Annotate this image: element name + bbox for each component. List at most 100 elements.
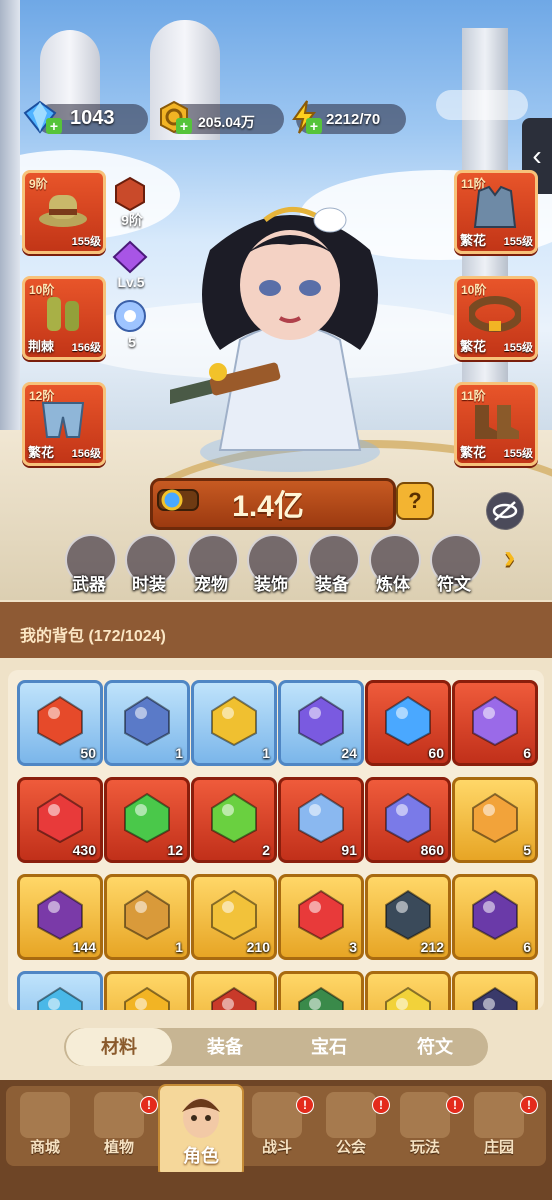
nav-guild-alert-icon: ! (372, 1096, 390, 1114)
bag-item[interactable]: 860 (365, 777, 451, 863)
add-gems-button[interactable]: + (46, 118, 62, 134)
slot-level: 155级 (71, 236, 101, 248)
bag-item[interactable]: 1 (191, 680, 277, 766)
gold-scroll-icon (385, 986, 431, 1010)
bag-item[interactable]: 1 (104, 874, 190, 960)
hide-eye-icon[interactable] (486, 492, 524, 530)
purple-crystal-icon[interactable] (110, 240, 150, 274)
guild-hall-icon (326, 1092, 376, 1138)
category-pet-label[interactable]: 宠物 (181, 570, 241, 595)
equip-slot-belt[interactable]: 10阶 繁花 155级 (454, 276, 538, 360)
bag-item-count: 6 (523, 745, 531, 761)
category-body-refining-label[interactable]: 炼体 (363, 570, 423, 595)
add-energy-button[interactable]: + (306, 118, 322, 134)
gem-amount: 1043 (70, 107, 115, 129)
vest-icon (473, 185, 517, 228)
orb-icon[interactable] (112, 298, 148, 334)
tab-runes[interactable]: 符文 (382, 1028, 488, 1066)
hero-character[interactable] (170, 190, 410, 480)
nav-shop-label: 商城 (29, 1139, 60, 1156)
star-orb-icon (472, 889, 518, 941)
mini-program-options[interactable] (436, 90, 528, 120)
category-rune-label[interactable]: 符文 (424, 570, 484, 595)
bag-item-count: 12 (167, 842, 183, 858)
chest-icon (211, 986, 257, 1010)
equip-slot-vest[interactable]: 11阶 繁花 155级 (454, 170, 538, 254)
add-gold-button[interactable]: + (176, 118, 192, 134)
bag-item[interactable]: 50 (17, 680, 103, 766)
star-crystal-icon (385, 695, 431, 747)
hexagram-icon (298, 792, 344, 844)
slot-level: 155级 (503, 236, 533, 248)
backpack-title: 我的背包 (172/1024) (20, 628, 166, 645)
orb-count-label: 5 (128, 334, 136, 350)
bag-item[interactable] (17, 971, 103, 1010)
gold-orb-icon (124, 986, 170, 1010)
armor-tier-icon[interactable] (112, 176, 148, 212)
equip-slot-gloves[interactable]: 10阶 荆棘 156级 (22, 276, 106, 360)
gold-amount: 205.04万 (198, 114, 255, 130)
bag-item[interactable] (191, 971, 277, 1010)
category-costume-label[interactable]: 时装 (119, 570, 179, 595)
equip-slot-hat[interactable]: 9阶 155级 (22, 170, 106, 254)
bag-item[interactable]: 430 (17, 777, 103, 863)
category-weapon-label[interactable]: 武器 (59, 570, 119, 595)
bag-item[interactable]: 1 (104, 680, 190, 766)
equip-slot-boots[interactable]: 11阶 繁花 155级 (454, 382, 538, 466)
bag-item[interactable] (452, 971, 538, 1010)
bag-item-count: 144 (72, 939, 96, 955)
tab-gems[interactable]: 宝石 (276, 1028, 382, 1066)
nav-battle-label: 战斗 (261, 1139, 292, 1156)
pyramid-icon (385, 889, 431, 941)
plant-icon (94, 1092, 144, 1138)
nav-guild-label: 公会 (335, 1139, 366, 1156)
bag-item[interactable] (104, 971, 190, 1010)
bag-item[interactable]: 6 (452, 680, 538, 766)
bag-item[interactable]: 2 (191, 777, 277, 863)
tab-equipment[interactable]: 装备 (172, 1028, 278, 1066)
bag-item[interactable]: 144 (17, 874, 103, 960)
tab-materials[interactable]: 材料 (66, 1028, 172, 1066)
bag-item-count: 430 (72, 842, 96, 858)
bag-item[interactable]: 3 (278, 874, 364, 960)
armor-tier-label: 9阶 (121, 212, 143, 228)
skull-flag-icon (37, 889, 83, 941)
character-avatar-icon (182, 1098, 220, 1138)
bag-item-count: 5 (523, 842, 531, 858)
cookie-icon (124, 889, 170, 941)
slot-level: 155级 (503, 448, 533, 460)
chevron-right-icon[interactable]: › (504, 538, 515, 577)
slot-level: 156级 (71, 448, 101, 460)
bag-item[interactable] (365, 971, 451, 1010)
bag-item-count: 1 (175, 939, 183, 955)
category-decoration-label[interactable]: 装饰 (241, 570, 301, 595)
bag-item[interactable]: 5 (452, 777, 538, 863)
bag-item[interactable]: 12 (104, 777, 190, 863)
bag-item[interactable]: 91 (278, 777, 364, 863)
backpack-grid[interactable]: 50 1 1 24 60 6 430 12 2 91 860 5 144 1 210 3 212 6 (8, 670, 544, 1010)
crystal-level-label: Lv.5 (117, 274, 145, 290)
bag-item[interactable]: 212 (365, 874, 451, 960)
bag-item-count: 3 (349, 939, 357, 955)
bag-item[interactable]: 210 (191, 874, 277, 960)
bag-item[interactable]: 6 (452, 874, 538, 960)
bag-item[interactable]: 24 (278, 680, 364, 766)
category-equipment-label[interactable]: 装备 (302, 570, 362, 595)
bag-item[interactable]: 60 (365, 680, 451, 766)
hat-icon (39, 195, 87, 227)
nav-shop[interactable]: 商城 (10, 1088, 80, 1164)
gloves-icon (47, 297, 79, 331)
bag-item-count: 1 (175, 745, 183, 761)
blue-ore-icon (37, 986, 83, 1010)
power-help-button[interactable]: ? (396, 482, 434, 520)
bag-item-count: 2 (262, 842, 270, 858)
bag-item[interactable] (278, 971, 364, 1010)
cube-cluster-icon (385, 792, 431, 844)
slot-set-tag: 繁花 (460, 339, 487, 354)
nav-character-label: 角色 (183, 1146, 219, 1166)
gameplay-icon (400, 1092, 450, 1138)
nav-plants-label: 植物 (103, 1139, 134, 1156)
nav-character[interactable]: 角色 (158, 1084, 244, 1178)
equip-slot-shorts[interactable]: 12阶 繁花 156级 (22, 382, 106, 466)
bag-item-count: 210 (246, 939, 270, 955)
